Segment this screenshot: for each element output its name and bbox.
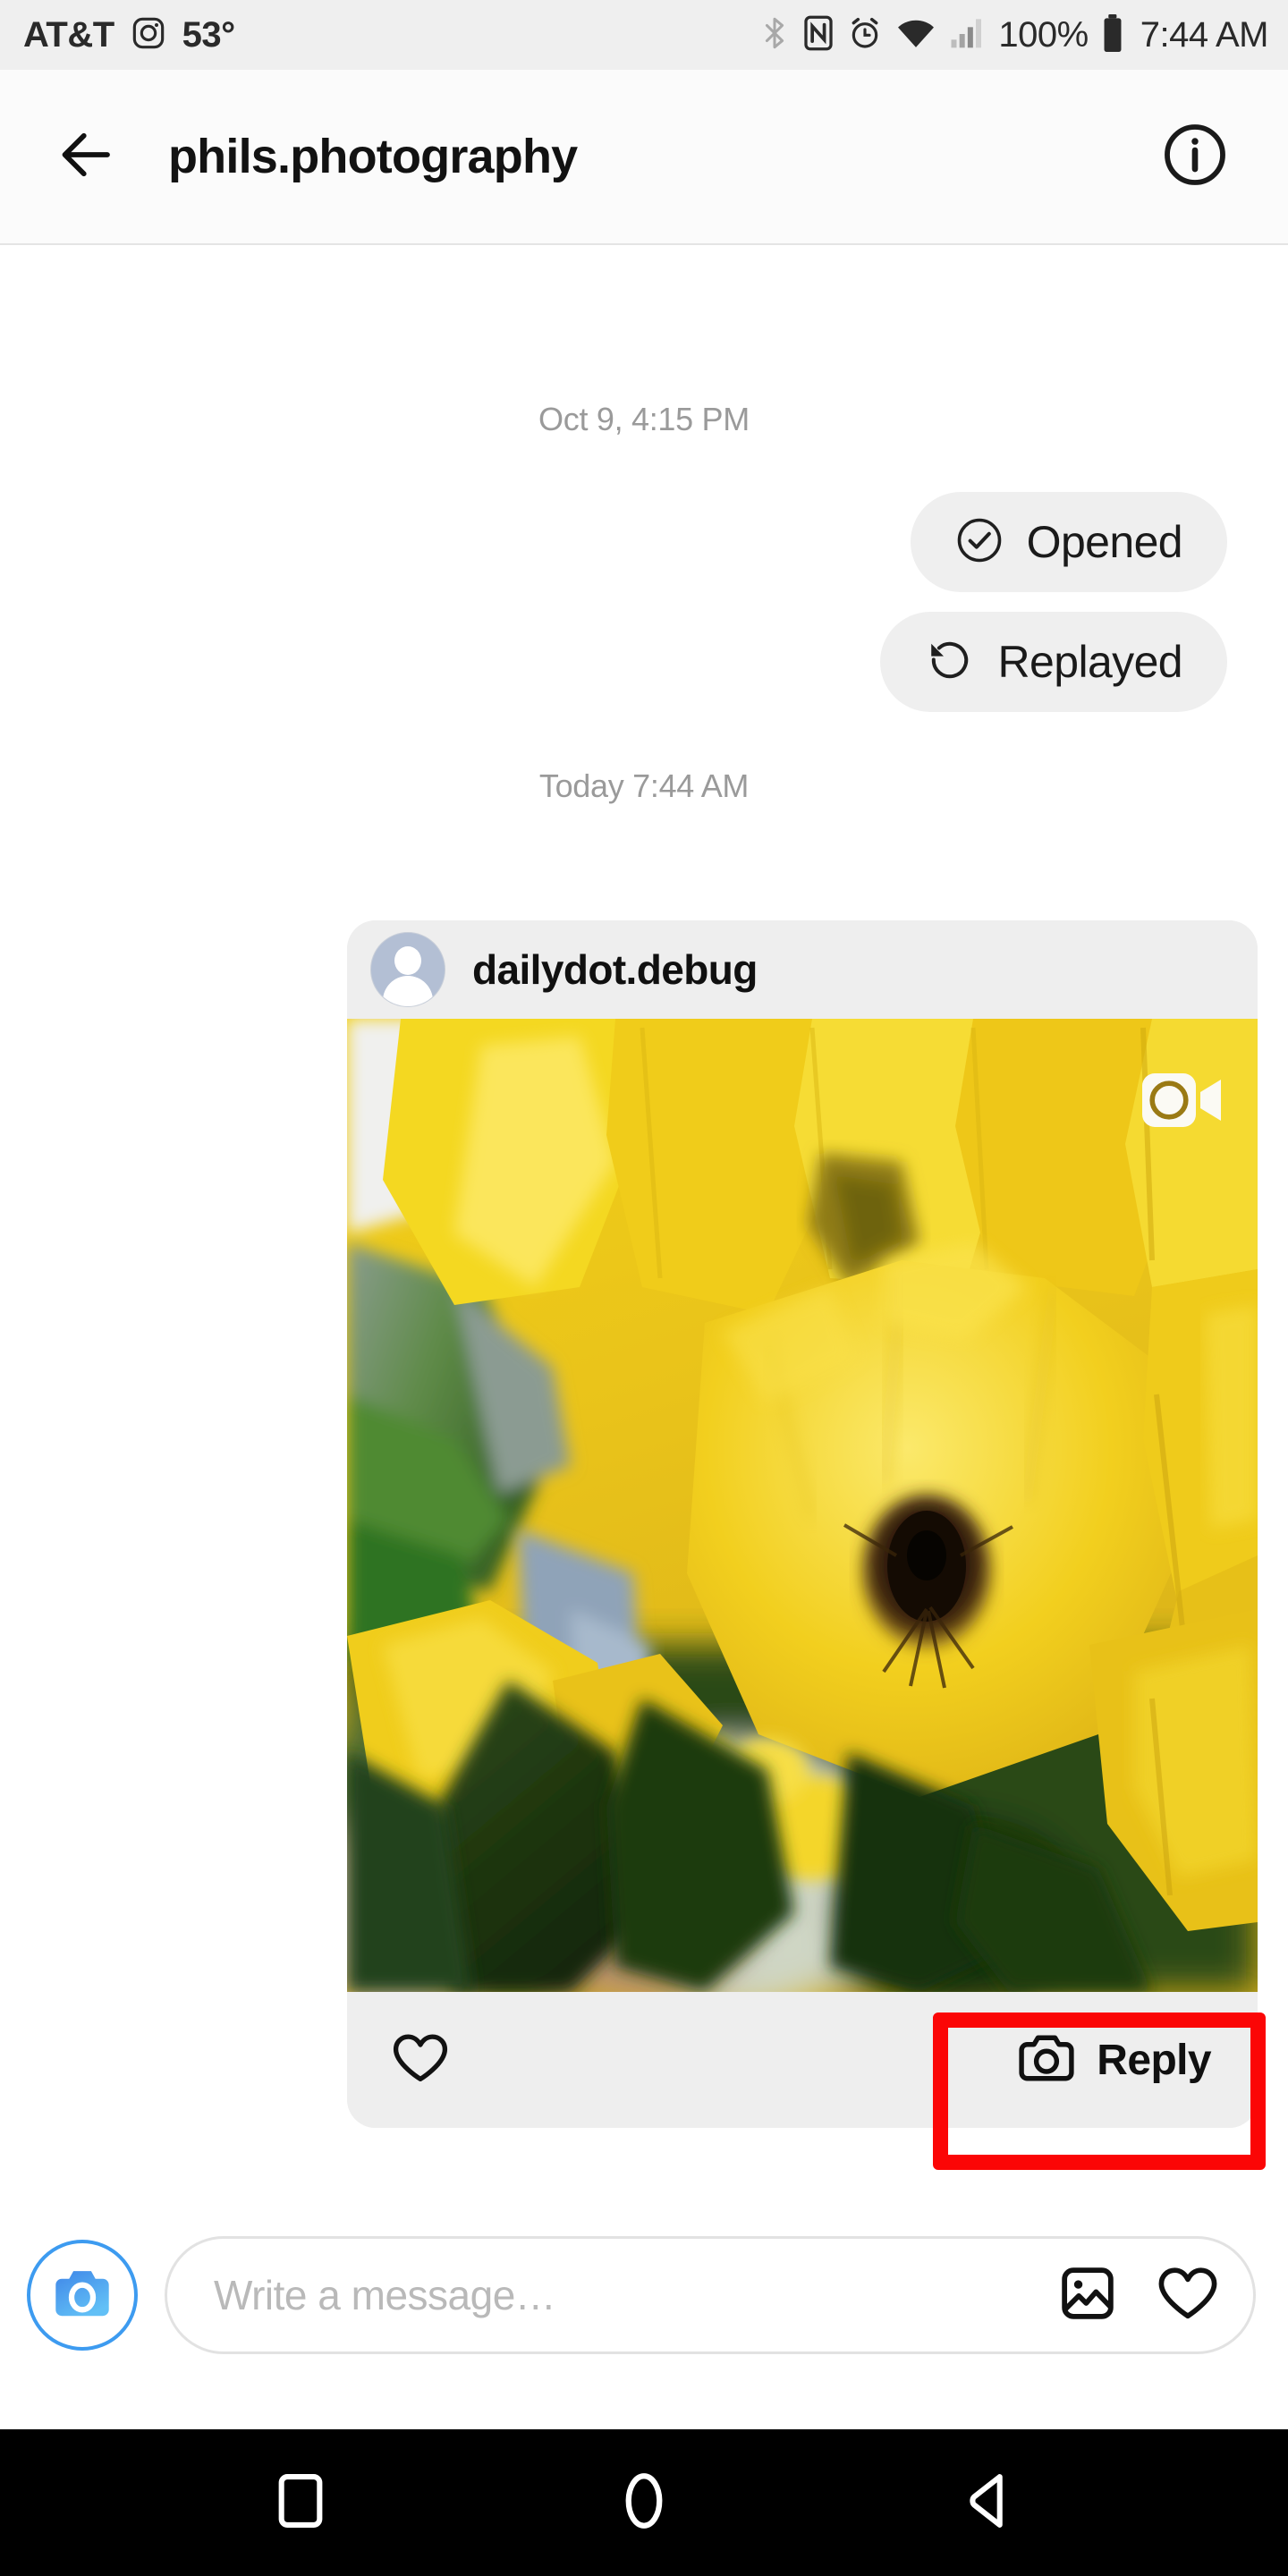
recents-button[interactable] (258, 2460, 343, 2546)
story-card-actions: Reply (347, 1992, 1258, 2128)
reply-button[interactable]: Reply (1000, 2017, 1234, 2103)
reply-label: Reply (1097, 2036, 1211, 2084)
instagram-icon (131, 15, 166, 55)
story-reply-card[interactable]: dailydot.debug Reply (347, 920, 1258, 2128)
heart-outline-icon[interactable] (1157, 2264, 1219, 2327)
status-pill-row-replayed: Replayed (30, 612, 1258, 712)
carrier-label: AT&T (23, 14, 114, 55)
android-navigation-bar (0, 2429, 1288, 2576)
wifi-icon (896, 15, 936, 55)
status-badge-opened: Opened (910, 492, 1227, 592)
replay-arrow-icon (925, 635, 975, 690)
info-circle-icon (1163, 123, 1227, 191)
home-button[interactable] (601, 2460, 687, 2546)
page-title: phils.photography (168, 130, 578, 183)
video-camera-icon (1140, 1069, 1225, 1131)
cellular-signal-icon (949, 15, 985, 55)
back-button[interactable] (48, 115, 131, 198)
message-input-field[interactable]: Write a message… (165, 2236, 1256, 2354)
status-badge-label: Replayed (997, 637, 1183, 687)
temperature-label: 53° (182, 14, 236, 55)
timestamp-separator-1: Oct 9, 4:15 PM (538, 401, 750, 437)
camera-filled-icon (47, 2261, 117, 2330)
phone-screen: AT&T 53° 100% 7:44 AM phils.photography … (0, 0, 1288, 2576)
status-bar-left: AT&T 53° (23, 15, 235, 55)
bluetooth-icon (759, 15, 790, 55)
back-button[interactable] (945, 2460, 1030, 2546)
heart-outline-icon (391, 2030, 450, 2090)
gallery-image-icon[interactable] (1058, 2264, 1117, 2327)
status-badge-label: Opened (1026, 517, 1183, 567)
story-card-header: dailydot.debug (347, 920, 1258, 1019)
story-media-thumbnail[interactable] (347, 1019, 1258, 1992)
flower-photo (347, 1019, 1258, 1992)
back-arrow-icon (58, 123, 121, 191)
timestamp-separator-2: Today 7:44 AM (538, 767, 750, 804)
message-input-placeholder: Write a message… (214, 2272, 556, 2318)
story-author-username: dailydot.debug (472, 946, 758, 993)
alarm-clock-icon (847, 15, 883, 55)
camera-outline-icon (1016, 2030, 1077, 2090)
nfc-icon (803, 15, 834, 55)
circle-home-icon (621, 2470, 667, 2536)
battery-percent-label: 100% (998, 14, 1089, 55)
check-circle-icon (955, 516, 1004, 569)
triangle-back-icon (964, 2471, 1011, 2535)
square-recents-icon (275, 2471, 326, 2535)
battery-full-icon (1102, 13, 1123, 57)
default-avatar-icon (370, 932, 445, 1007)
like-button[interactable] (383, 2022, 458, 2097)
clock-label: 7:44 AM (1140, 14, 1269, 55)
status-pill-row-opened: Opened (30, 492, 1258, 592)
camera-button[interactable] (27, 2240, 138, 2351)
message-composer: Write a message… (0, 2197, 1288, 2394)
composer-actions (1058, 2264, 1219, 2327)
conversation-header: phils.photography (0, 70, 1288, 245)
status-bar: AT&T 53° 100% 7:44 AM (0, 0, 1288, 70)
status-badge-replayed: Replayed (879, 612, 1227, 712)
status-bar-right: 100% 7:44 AM (759, 13, 1269, 57)
info-button[interactable] (1154, 115, 1236, 198)
